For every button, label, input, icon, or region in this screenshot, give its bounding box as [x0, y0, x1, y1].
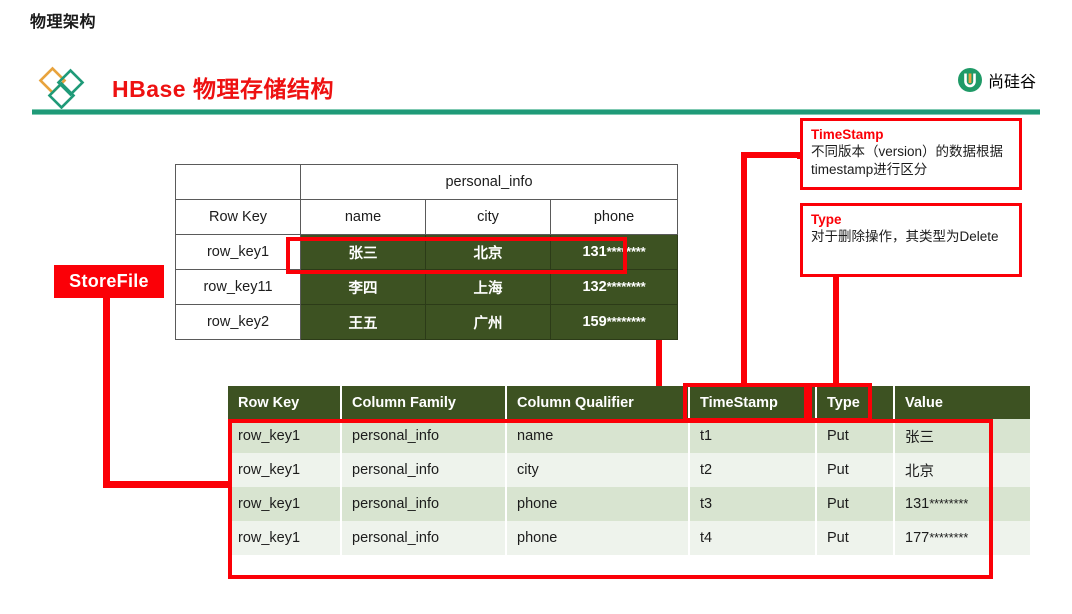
- lower-cell-family: personal_info: [341, 419, 507, 453]
- callout-type-title: Type: [811, 212, 842, 227]
- connector-storefile-horizontal: [103, 481, 231, 488]
- upper-cell-city: 广州: [425, 304, 551, 340]
- connector-type-vertical: [833, 275, 839, 390]
- upper-cell-city: 上海: [425, 269, 551, 305]
- brand-logo: 尚硅谷: [957, 67, 1036, 93]
- lower-cell-type: Put: [816, 487, 895, 521]
- table-header-row: Row Key Column Family Column Qualifier T…: [228, 386, 1030, 419]
- lower-cell-qualifier: city: [506, 453, 690, 487]
- table-row: row_key11 李四 上海 132********: [175, 269, 678, 305]
- upper-cell-rowkey: row_key11: [175, 269, 301, 305]
- lower-cell-family: personal_info: [341, 521, 507, 555]
- storefile-label: StoreFile: [54, 265, 164, 298]
- lower-header-type: Type: [816, 386, 895, 419]
- upper-header-name: name: [300, 199, 426, 235]
- lower-cell-qualifier: phone: [506, 487, 690, 521]
- upper-header-phone: phone: [550, 199, 678, 235]
- lower-cell-qualifier: phone: [506, 521, 690, 555]
- lower-cell-rowkey: row_key1: [228, 521, 342, 555]
- connector-timestamp-horizontal: [741, 152, 803, 158]
- upper-cell-phone: 131********: [550, 234, 678, 270]
- header-divider: [32, 109, 1040, 115]
- connector-timestamp-vertical: [741, 152, 747, 390]
- header-title: HBase 物理存储结构: [112, 76, 334, 102]
- lower-cell-rowkey: row_key1: [228, 487, 342, 521]
- table-row: row_key1 personal_info phone t4 Put 177*…: [228, 521, 1030, 555]
- lower-cell-qualifier: name: [506, 419, 690, 453]
- table-row: row_key2 王五 广州 159********: [175, 304, 678, 340]
- callout-type: Type 对于删除操作，其类型为Delete: [800, 203, 1022, 277]
- callout-timestamp: TimeStamp 不同版本（version）的数据根据timestamp进行区…: [800, 118, 1022, 190]
- lower-cell-rowkey: row_key1: [228, 453, 342, 487]
- lower-cell-type: Put: [816, 453, 895, 487]
- callout-timestamp-body: 不同版本（version）的数据根据timestamp进行区分: [811, 144, 1004, 177]
- upper-cell-phone: 159********: [550, 304, 678, 340]
- lower-cell-value: 177********: [894, 521, 1030, 555]
- slide-header: HBase 物理存储结构 尚硅谷: [0, 62, 1072, 114]
- logical-table: personal_info Row Key name city phone ro…: [175, 164, 678, 340]
- table-row-family-header: personal_info: [175, 164, 678, 200]
- lower-header-value: Value: [894, 386, 1030, 419]
- lower-cell-timestamp: t2: [689, 453, 817, 487]
- callout-timestamp-title: TimeStamp: [811, 127, 884, 142]
- lower-cell-value: 北京: [894, 453, 1030, 487]
- connector-storefile-vertical: [103, 296, 110, 488]
- table-row: row_key1 personal_info phone t3 Put 131*…: [228, 487, 1030, 521]
- lower-cell-timestamp: t1: [689, 419, 817, 453]
- atguigu-u-icon: [957, 68, 982, 92]
- physical-storage-table: Row Key Column Family Column Qualifier T…: [228, 386, 1030, 555]
- upper-cell-name: 张三: [300, 234, 426, 270]
- lower-cell-family: personal_info: [341, 453, 507, 487]
- upper-cell-rowkey: row_key2: [175, 304, 301, 340]
- lower-cell-value: 131********: [894, 487, 1030, 521]
- lower-header-column-qualifier: Column Qualifier: [506, 386, 690, 419]
- upper-cell-rowkey: row_key1: [175, 234, 301, 270]
- page-title: 物理架构: [30, 14, 97, 31]
- corner-blank-cell: [175, 164, 301, 200]
- table-row: row_key1 personal_info city t2 Put 北京: [228, 453, 1030, 487]
- lower-cell-family: personal_info: [341, 487, 507, 521]
- lower-header-column-family: Column Family: [341, 386, 507, 419]
- lower-cell-timestamp: t3: [689, 487, 817, 521]
- lower-cell-type: Put: [816, 521, 895, 555]
- lower-cell-type: Put: [816, 419, 895, 453]
- lower-header-rowkey: Row Key: [228, 386, 342, 419]
- lower-cell-value: 张三: [894, 419, 1030, 453]
- column-family-header: personal_info: [300, 164, 678, 200]
- lower-cell-rowkey: row_key1: [228, 419, 342, 453]
- callout-type-body: 对于删除操作，其类型为Delete: [811, 229, 999, 244]
- table-row: row_key1 张三 北京 131********: [175, 234, 678, 270]
- table-row: row_key1 personal_info name t1 Put 张三: [228, 419, 1030, 453]
- table-row-column-header: Row Key name city phone: [175, 199, 678, 235]
- lower-header-timestamp: TimeStamp: [689, 386, 817, 419]
- upper-cell-name: 王五: [300, 304, 426, 340]
- diamond-logo-icon: [38, 66, 85, 110]
- upper-header-rowkey: Row Key: [175, 199, 301, 235]
- lower-cell-timestamp: t4: [689, 521, 817, 555]
- upper-cell-phone: 132********: [550, 269, 678, 305]
- upper-cell-city: 北京: [425, 234, 551, 270]
- brand-logo-text: 尚硅谷: [987, 74, 1036, 91]
- upper-cell-name: 李四: [300, 269, 426, 305]
- upper-header-city: city: [425, 199, 551, 235]
